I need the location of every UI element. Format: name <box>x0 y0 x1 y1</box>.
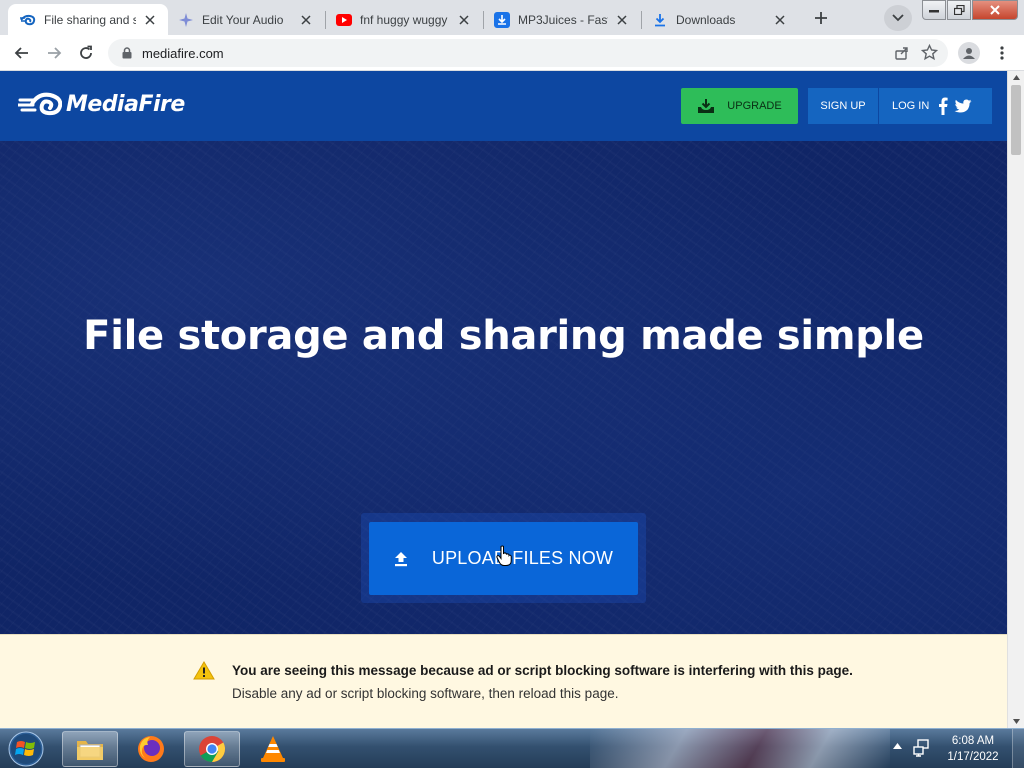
clock-time: 6:08 AM <box>951 735 995 747</box>
tab-downloads[interactable]: Downloads <box>640 4 798 35</box>
profile-avatar-icon[interactable] <box>958 42 980 64</box>
login-button[interactable]: LOG IN <box>879 88 992 124</box>
hand-cursor-icon <box>496 545 512 572</box>
close-icon[interactable] <box>772 12 788 28</box>
new-tab-button[interactable] <box>807 5 835 31</box>
share-icon[interactable] <box>894 45 910 66</box>
signup-button[interactable]: SIGN UP <box>808 88 878 124</box>
lock-icon[interactable] <box>120 46 134 60</box>
system-clock[interactable]: 6:08 AM 1/17/2022 <box>938 733 1008 765</box>
minimize-button[interactable] <box>922 0 946 20</box>
tab-edit-audio[interactable]: Edit Your Audio <box>166 4 324 35</box>
adblock-notice: You are seeing this message because ad o… <box>0 634 1007 728</box>
chrome-icon <box>199 736 226 763</box>
tab-mediafire[interactable]: File sharing and s <box>8 4 168 35</box>
tab-search-button[interactable] <box>884 5 912 31</box>
arrow-right-icon <box>48 47 62 59</box>
browser-tab-strip: File sharing and s Edit Your Audio fnf h… <box>0 0 1024 35</box>
scroll-up-icon[interactable] <box>1013 75 1020 80</box>
youtube-icon <box>336 12 352 28</box>
tab-title: Downloads <box>676 12 736 27</box>
mediafire-icon <box>20 12 36 28</box>
close-icon[interactable] <box>456 12 472 28</box>
close-icon <box>990 5 1000 15</box>
page-viewport: MediaFire UPGRADE SIGN UP LOG IN File st… <box>0 71 1007 728</box>
signup-label: SIGN UP <box>820 100 866 112</box>
network-icon[interactable] <box>913 739 931 757</box>
download-icon <box>652 12 668 28</box>
tab-title: fnf huggy wuggy <box>360 12 448 27</box>
restore-icon <box>953 5 965 15</box>
windows-explorer-icon <box>77 741 103 760</box>
tray-overflow-icon[interactable] <box>893 743 902 749</box>
upgrade-button[interactable]: UPGRADE <box>681 88 798 124</box>
scrollbar-thumb[interactable] <box>1011 85 1021 155</box>
site-header: MediaFire UPGRADE SIGN UP LOG IN <box>0 71 1007 141</box>
taskbar-vlc[interactable] <box>245 731 301 767</box>
mediafire-logo[interactable]: MediaFire <box>18 91 185 117</box>
browser-toolbar: mediafire.com <box>0 35 1024 71</box>
plus-icon <box>815 12 827 24</box>
hero-title: File storage and sharing made simple <box>83 313 924 359</box>
taskbar-chrome[interactable] <box>184 731 240 767</box>
chevron-down-icon <box>892 14 904 22</box>
close-icon[interactable] <box>142 12 158 28</box>
more-vertical-icon <box>1000 46 1004 60</box>
twitter-icon[interactable] <box>954 99 972 114</box>
upload-icon <box>394 551 408 567</box>
close-icon[interactable] <box>614 12 630 28</box>
back-button[interactable] <box>8 39 36 67</box>
arrow-left-icon <box>14 47 28 59</box>
reload-button[interactable] <box>72 39 100 67</box>
window-close-button[interactable] <box>972 0 1018 20</box>
social-login-group <box>938 97 972 115</box>
close-icon[interactable] <box>298 12 314 28</box>
minimize-icon <box>929 10 939 13</box>
mediafire-flame-icon <box>18 92 62 116</box>
tab-youtube[interactable]: fnf huggy wuggy <box>324 4 482 35</box>
scroll-down-icon[interactable] <box>1013 719 1020 724</box>
windows-logo-icon <box>8 731 44 767</box>
taskbar-explorer[interactable] <box>62 731 118 767</box>
adblock-message: You are seeing this message because ad o… <box>232 663 853 678</box>
page-scrollbar[interactable] <box>1007 71 1024 728</box>
url-text[interactable]: mediafire.com <box>142 46 224 61</box>
show-desktop-button[interactable] <box>1012 729 1024 768</box>
warning-icon <box>193 661 215 685</box>
reload-icon <box>80 45 92 59</box>
mp3juices-icon <box>494 11 510 28</box>
upgrade-icon <box>697 98 715 114</box>
taskbar-firefox[interactable] <box>123 731 179 767</box>
login-label: LOG IN <box>892 100 930 112</box>
windows-taskbar: 6:08 AM 1/17/2022 <box>0 728 1024 768</box>
audio-editor-icon <box>178 12 194 28</box>
adblock-instruction: Disable any ad or script blocking softwa… <box>232 686 619 701</box>
restore-button[interactable] <box>947 0 971 20</box>
tab-title: File sharing and s <box>44 12 136 27</box>
upgrade-label: UPGRADE <box>727 100 782 112</box>
start-button[interactable] <box>4 730 48 768</box>
upload-label: UPLOAD FILES NOW <box>431 548 614 568</box>
forward-button[interactable] <box>40 39 68 67</box>
bookmark-star-icon[interactable] <box>920 43 939 66</box>
address-bar[interactable]: mediafire.com <box>108 39 948 67</box>
vlc-icon <box>261 736 285 762</box>
tab-title: MP3Juices - Fast <box>518 12 608 27</box>
facebook-icon[interactable] <box>938 97 948 115</box>
firefox-icon <box>138 736 164 762</box>
logo-text: MediaFire <box>66 91 185 117</box>
clock-date: 1/17/2022 <box>947 751 999 763</box>
browser-menu-button[interactable] <box>992 43 1012 63</box>
tab-title: Edit Your Audio <box>202 12 284 27</box>
tab-mp3juices[interactable]: MP3Juices - Fast <box>482 4 640 35</box>
